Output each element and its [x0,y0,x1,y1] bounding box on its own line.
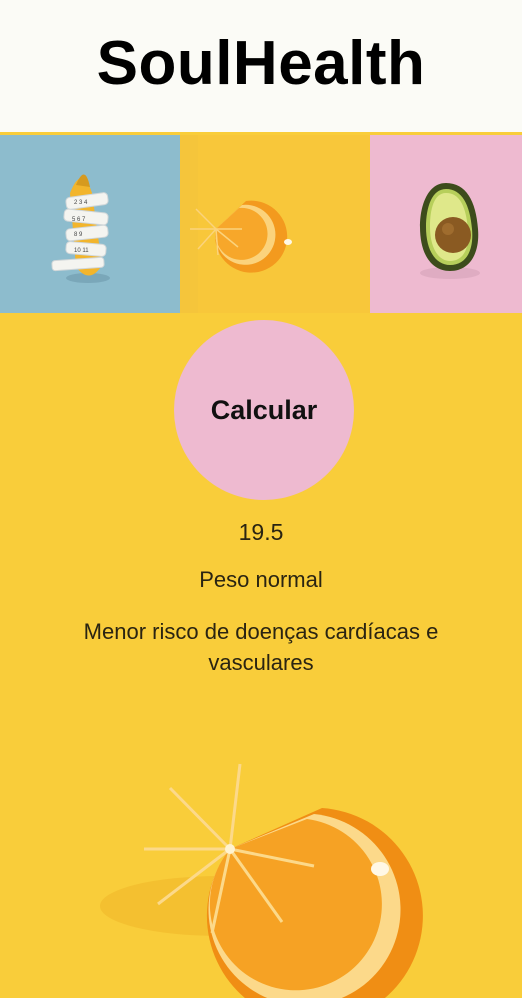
svg-text:2 3 4: 2 3 4 [74,200,88,206]
calculate-button[interactable]: Calcular [174,320,354,500]
avocado-photo [370,135,522,313]
calculate-button-label: Calcular [210,394,318,425]
app-header: SoulHealth [0,0,522,132]
orange-slice-icon [180,135,292,313]
orange-slice-photo [180,135,370,313]
orange-slice-background-icon [100,763,423,998]
app-title: SoulHealth [96,28,426,98]
avocado-icon [420,183,480,279]
corn-icon: 2 3 4 5 6 7 8 9 10 11 [51,174,110,283]
measuring-tape-corn-photo: 2 3 4 5 6 7 8 9 10 11 [0,135,180,313]
svg-text:10 11: 10 11 [74,248,89,254]
bmi-result-category: Peso normal [199,567,323,592]
bmi-result-value: 19.5 [238,519,284,545]
svg-text:5 6 7: 5 6 7 [72,217,86,223]
svg-text:8 9: 8 9 [74,232,83,238]
image-strip: 2 3 4 5 6 7 8 9 10 11 [0,132,522,316]
bmi-result-description: Menor risco de doenças cardíacas e vascu… [83,619,439,675]
calculator-panel: Calcular 19.5 Peso normal Menor risco de… [0,316,522,998]
